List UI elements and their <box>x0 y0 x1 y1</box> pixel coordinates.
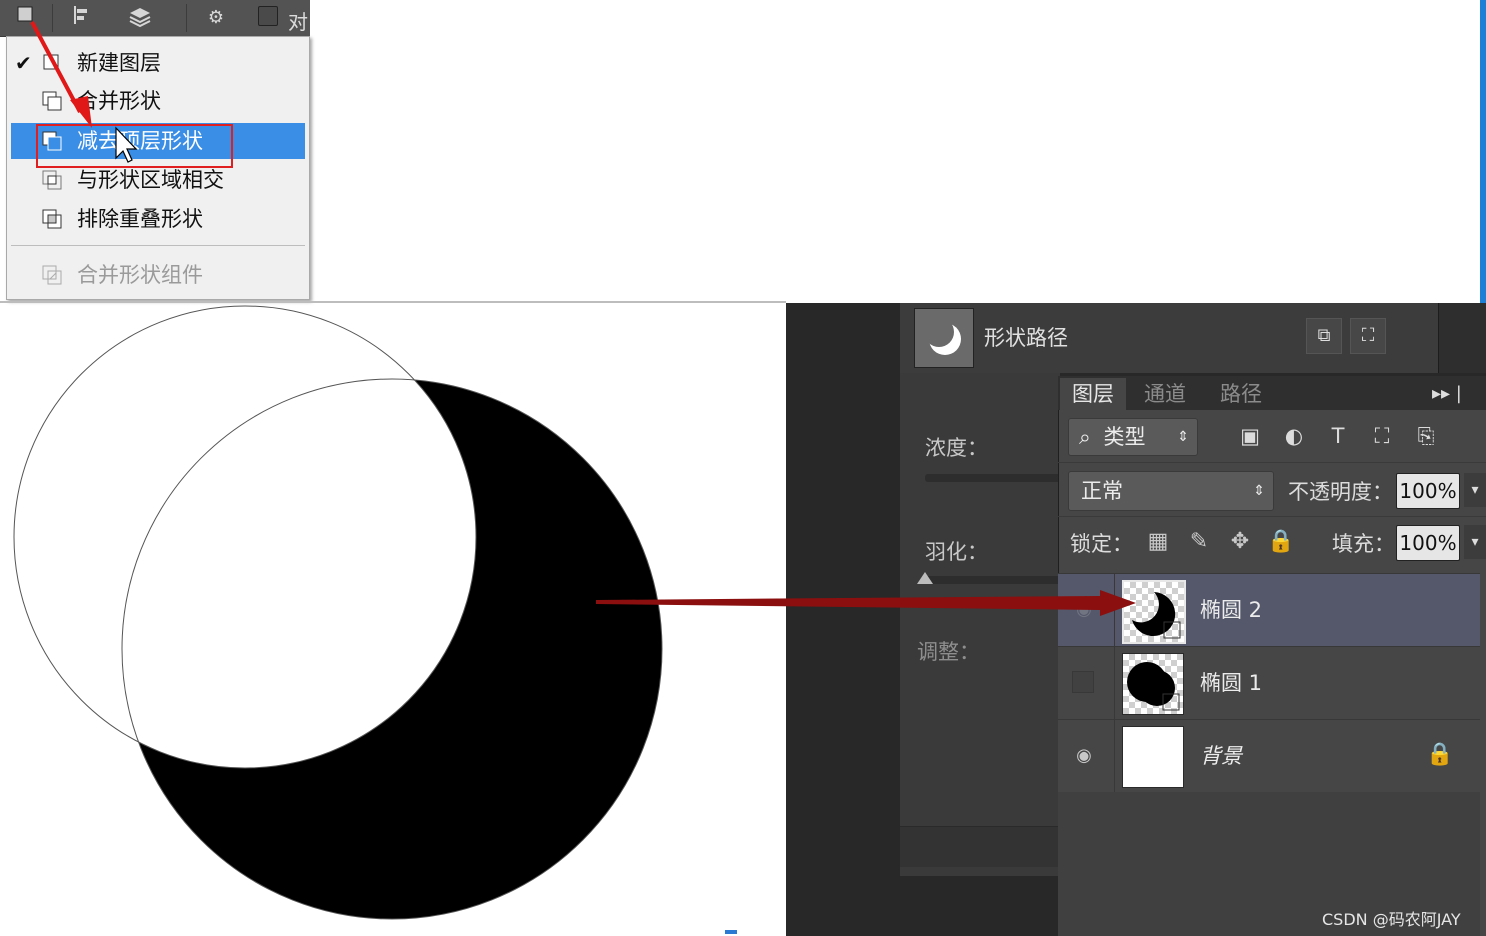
path-operations-menu: ✔ 新建图层 合并形状 减去顶层形状 与形状区域相交 排除重叠形状 合并形状组件 <box>6 36 310 300</box>
panel-menu-icon[interactable]: ▸▸ | <box>1432 378 1462 410</box>
tab-channels[interactable]: 通道 <box>1132 378 1198 410</box>
exclude-overlap-icon <box>42 209 62 229</box>
type-filter-icon[interactable]: T <box>1320 418 1356 454</box>
layer-filter-select[interactable]: ⌕ 类型 ⇕ <box>1068 418 1198 456</box>
chevron-down-icon[interactable]: ▾ <box>1464 473 1486 507</box>
menu-item-label: 排除重叠形状 <box>77 207 203 231</box>
checkbox-label: 对 <box>288 10 308 34</box>
settings-icon[interactable]: ⚙ <box>202 4 230 32</box>
feather-slider[interactable] <box>925 576 1060 584</box>
lock-label: 锁定： <box>1070 532 1133 556</box>
feather-slider-handle[interactable] <box>917 572 933 584</box>
menu-item-new-layer[interactable]: ✔ 新建图层 <box>11 45 305 81</box>
layer-name: 椭圆 1 <box>1200 671 1263 695</box>
image-filter-icon[interactable]: ▣ <box>1232 418 1268 454</box>
panel-tabs: 图层 通道 路径 ▸▸ | <box>1058 376 1486 410</box>
opacity-label: 不透明度： <box>1288 480 1393 504</box>
tab-paths[interactable]: 路径 <box>1208 378 1274 410</box>
density-slider[interactable] <box>925 474 1060 482</box>
window-edge <box>1480 0 1486 305</box>
layer-row-ellipse-2[interactable]: ◉ 椭圆 2 <box>1058 573 1480 646</box>
path-operations-icon[interactable] <box>12 4 40 32</box>
layer-row-background[interactable]: ◉ 背景 🔒 <box>1058 719 1480 792</box>
align-icon[interactable] <box>68 4 96 32</box>
menu-item-combine-shapes[interactable]: 合并形状 <box>11 83 305 119</box>
options-toolbar: ⚙ 对 <box>0 0 310 37</box>
chevron-down-icon[interactable]: ▾ <box>1464 525 1486 559</box>
eye-icon[interactable]: ◉ <box>1072 744 1096 768</box>
adjustment-filter-icon[interactable]: ◐ <box>1276 418 1312 454</box>
adjust-label: 调整： <box>917 640 980 664</box>
smart-object-filter-icon[interactable]: ⎘ <box>1408 418 1444 454</box>
lock-icon: 🔒 <box>1426 742 1454 767</box>
new-layer-icon <box>43 54 59 70</box>
properties-title: 形状路径 <box>984 326 1068 350</box>
properties-panel <box>900 303 1060 876</box>
menu-item-label: 合并形状组件 <box>77 263 203 287</box>
visibility-toggle[interactable] <box>1072 671 1094 693</box>
menu-item-label: 新建图层 <box>77 51 161 75</box>
menu-divider <box>11 245 305 246</box>
watermark: CSDN @码农阿JAY <box>1322 910 1461 929</box>
crescent-shape <box>122 379 662 919</box>
mask-icon[interactable]: ⧉ <box>1306 318 1342 354</box>
lock-all-icon[interactable]: 🔒 <box>1263 526 1299 558</box>
tools-strip <box>1438 303 1486 373</box>
layer-thumbnail <box>1122 580 1186 644</box>
stepper-icon: ⇕ <box>1177 429 1189 445</box>
tab-layers[interactable]: 图层 <box>1060 378 1126 410</box>
divider <box>1058 516 1486 517</box>
lock-position-icon[interactable]: ✥ <box>1222 526 1258 558</box>
filter-kind-value: 类型 <box>1103 425 1146 449</box>
intersect-shapes-icon <box>42 170 62 190</box>
menu-item-merge-shape-components: 合并形状组件 <box>11 257 305 293</box>
search-icon: ⌕ <box>1079 425 1091 449</box>
properties-actions: ⧉ ⛶ <box>1306 318 1394 354</box>
menu-item-exclude-overlap[interactable]: 排除重叠形状 <box>11 201 305 237</box>
combine-shapes-icon <box>42 91 62 111</box>
layer-row-ellipse-1[interactable]: 椭圆 1 <box>1058 646 1480 719</box>
blend-mode-select[interactable]: 正常 ⇕ <box>1068 471 1274 511</box>
feather-label: 羽化： <box>925 540 988 564</box>
density-label: 浓度： <box>925 436 988 460</box>
lock-options: ▦ ✎ ✥ 🔒 <box>1140 526 1304 558</box>
shape-filter-icon[interactable]: ⛶ <box>1364 418 1400 454</box>
filter-icons: ▣ ◐ T ⛶ ⎘ <box>1232 418 1452 454</box>
layer-name: 背景 <box>1200 744 1242 768</box>
lock-transparency-icon[interactable]: ▦ <box>1140 526 1176 558</box>
merge-components-icon <box>42 265 62 285</box>
highlight-box <box>36 124 233 168</box>
eye-icon[interactable]: ◉ <box>1072 598 1096 622</box>
fill-input[interactable]: 100% <box>1396 525 1460 561</box>
properties-footer <box>900 826 1060 867</box>
canvas-drawing <box>13 305 663 920</box>
fill-label: 填充： <box>1332 532 1395 556</box>
layer-thumbnail <box>1122 653 1184 715</box>
scroll-indicator <box>725 930 737 934</box>
check-icon: ✔ <box>15 51 32 75</box>
stepper-icon: ⇕ <box>1253 483 1265 499</box>
moon-shape-thumbnail <box>914 308 974 368</box>
blend-mode-value: 正常 <box>1081 479 1123 503</box>
layer-thumbnail <box>1122 726 1184 788</box>
menu-item-label: 合并形状 <box>77 89 161 113</box>
transform-icon[interactable]: ⛶ <box>1350 318 1386 354</box>
layer-name: 椭圆 2 <box>1200 598 1263 622</box>
lock-pixels-icon[interactable]: ✎ <box>1181 526 1217 558</box>
opacity-input[interactable]: 100% <box>1396 473 1460 509</box>
arrange-icon[interactable] <box>126 4 154 32</box>
divider <box>1058 462 1486 463</box>
checkbox[interactable] <box>258 6 278 26</box>
